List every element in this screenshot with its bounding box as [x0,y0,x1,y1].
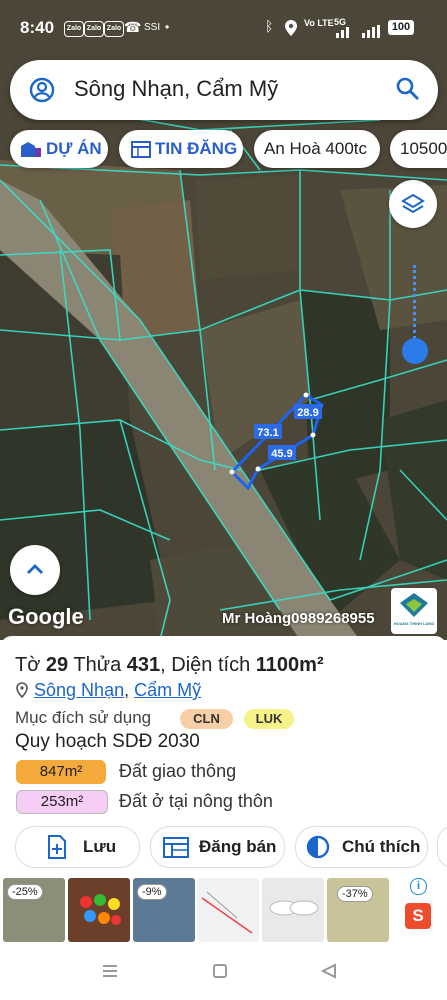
purpose-tag-luk: LUK [244,709,294,729]
battery-icon: 100 [388,20,414,35]
location-pin-icon [16,682,28,699]
ssi-icon: SSI [144,22,161,33]
chip-10500[interactable]: 10500 [390,130,447,168]
building-icon [21,142,41,157]
missed-call-icon: ☎ [124,19,142,35]
status-time: 8:40 [20,18,55,37]
ad-image [201,891,253,934]
search-input[interactable]: Sông Nhạn, Cẩm Mỹ [74,76,278,102]
shopee-icon[interactable]: S [405,903,431,929]
zalo-notification-icon: Zalo [84,21,104,37]
ad-item[interactable]: -9% [133,878,195,942]
location-separator: , [124,680,130,700]
add-document-icon [48,835,66,859]
calendar-icon [131,141,151,158]
chip-an-hoa[interactable]: An Hoà 400tc [254,130,380,168]
plot-prefix: Thửa [73,654,122,676]
parcel-edge-label: 28.9 [297,407,318,419]
ad-image [80,894,121,925]
chip-du-an[interactable]: DỰ ÁN [10,130,108,168]
ad-item[interactable] [197,878,259,942]
logo-icon [400,593,428,617]
brand-logo: HOANG THINH LAND [391,588,437,634]
ad-item[interactable]: -25% [3,878,65,942]
dot-icon: • [165,20,170,34]
ad-info-icon[interactable]: i [410,878,427,895]
home-icon[interactable] [212,963,228,979]
discount-badge: -9% [137,884,167,900]
commune-link[interactable]: Sông Nhạn [34,680,124,700]
area-prefix: , Diện tích [160,654,251,676]
account-icon[interactable] [28,76,56,104]
network-label: Vo LTE [304,18,334,28]
sheet-number: 29 [45,654,69,676]
expand-up-button[interactable] [10,545,60,595]
search-bar[interactable]: Sông Nhạn, Cẩm Mỹ [10,60,438,120]
discount-badge: -37% [337,886,373,902]
plan-area-desc: Đất ở tại nông thôn [119,791,273,811]
district-link[interactable]: Cẩm Mỹ [134,680,201,700]
land-purpose-label: Mục đích sử dụng [15,708,152,727]
plan-area-desc: Đất giao thông [119,761,237,781]
parcel-edge-label: 73.1 [257,427,278,439]
discount-badge: -25% [7,884,43,900]
map-watermark: Mr Hoàng0989268955 [222,610,375,627]
chip-label: An Hoà 400tc [264,139,368,158]
save-button[interactable]: Lưu [15,826,140,868]
legend-button[interactable]: Chú thích [295,826,428,868]
chip-label: TIN ĐĂNG [155,139,238,158]
ad-image [269,900,319,916]
ad-item[interactable]: -37% [327,878,389,942]
back-icon[interactable] [320,963,338,979]
legend-label: Chú thích [342,837,421,856]
plot-number: 431 [126,654,161,676]
parcel-title: Tờ 29 Thửa 431, Diện tích 1100m² [15,654,324,677]
purpose-tag-cln: CLN [180,709,233,729]
logo-text: HOANG THINH LAND [393,621,435,626]
signal-bars-icon [336,25,380,38]
chevron-up-icon [27,564,43,574]
bluetooth-icon: ᛒ [265,18,274,34]
plan-area-badge: 253m² [16,790,108,814]
plan-area-badge: 847m² [16,760,106,784]
parcel-area: 1100m² [255,654,324,676]
chip-label: DỰ ÁN [46,139,102,158]
google-logo: Google [8,604,84,629]
layers-icon [401,193,425,214]
zalo-notification-icon: Zalo [64,21,84,37]
search-icon[interactable] [395,76,421,102]
status-bar: 8:40 Zalo Zalo Zalo ☎ SSI • ᛒ Vo LTE 5G … [0,0,447,58]
parcel-location: Sông Nhạn, Cẩm Mỹ [15,680,201,701]
chip-label: 10500 [400,139,447,158]
legend-icon [306,835,330,859]
zalo-notification-icon: Zalo [104,21,124,37]
parcel-edge-label: 45.9 [271,448,292,460]
chip-tin-dang[interactable]: TIN ĐĂNG [119,130,243,168]
sheet-prefix: Tờ [15,654,41,676]
opacity-slider-handle[interactable] [402,338,428,364]
planning-label: Quy hoạch SDĐ 2030 [15,731,200,752]
recent-apps-icon[interactable] [101,963,119,979]
ad-item[interactable] [262,878,324,942]
save-label: Lưu [83,837,117,856]
location-icon [285,20,297,36]
post-for-sale-button[interactable]: Đăng bán [150,826,285,868]
ad-item[interactable] [68,878,130,942]
layers-button[interactable] [389,180,437,228]
post-for-sale-label: Đăng bán [199,837,277,856]
calendar-icon [163,837,189,858]
